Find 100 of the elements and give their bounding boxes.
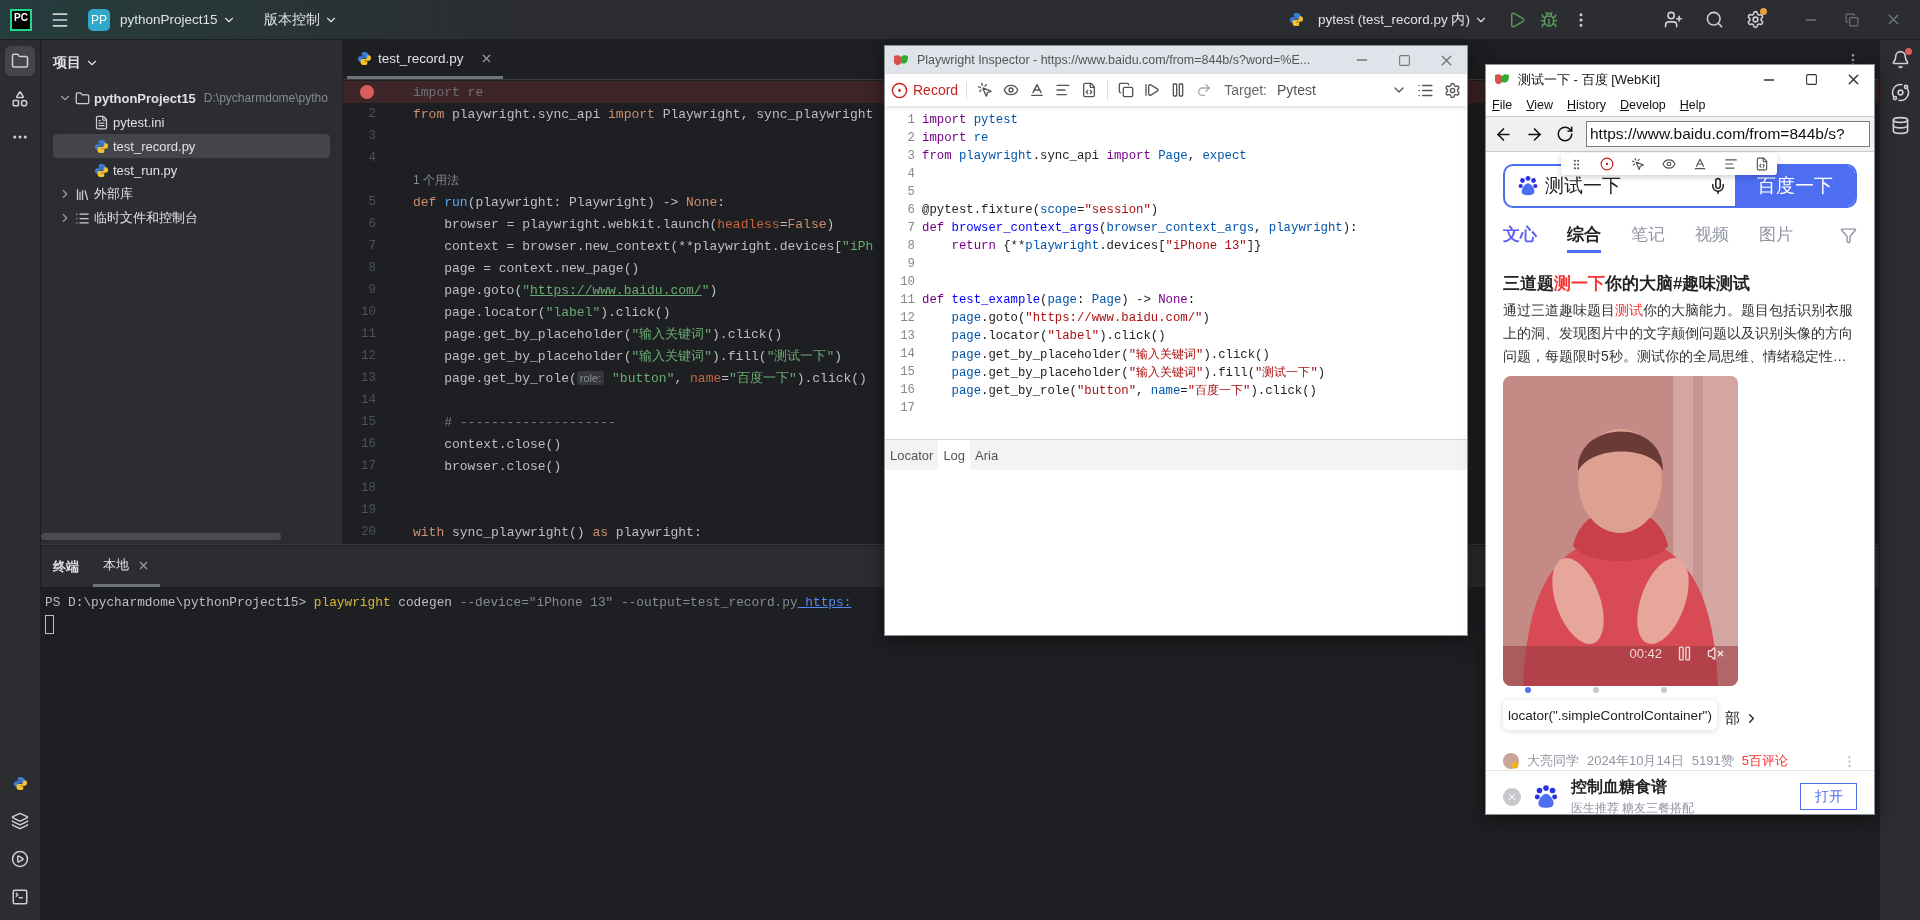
line-number: 13 — [899, 329, 915, 343]
tree-item[interactable]: pytest.ini — [53, 110, 330, 134]
line-number: 1 — [906, 113, 915, 127]
eye-icon[interactable] — [1661, 157, 1676, 171]
menu-item[interactable]: History — [1567, 98, 1606, 112]
database-icon[interactable] — [1890, 116, 1910, 135]
line-number: 17 — [899, 401, 915, 415]
line-number: 9 — [906, 257, 915, 271]
line-number: 16 — [899, 383, 915, 397]
tree-item[interactable]: 临时文件和控制台 — [53, 206, 330, 230]
tree-item[interactable]: 外部库 — [53, 182, 330, 206]
line-number: 8 — [906, 239, 915, 253]
carousel-dot[interactable] — [1661, 687, 1667, 693]
open-button[interactable]: 打开 — [1800, 783, 1857, 810]
code-line: import re — [413, 84, 484, 100]
spiral-icon[interactable] — [1890, 83, 1910, 102]
text-lines-icon[interactable] — [1723, 157, 1738, 171]
eye-icon[interactable] — [1003, 82, 1020, 98]
menu-item[interactable]: View — [1526, 98, 1554, 112]
code-line: page.get_by_placeholder("输入关键词").fill("测试一下") — [443, 348, 843, 365]
pick-locator-icon[interactable] — [1630, 157, 1645, 171]
search-tab[interactable]: 文心 — [1503, 223, 1537, 253]
code-file-icon[interactable] — [1754, 157, 1769, 171]
vcs-menu[interactable]: 版本控制 — [263, 10, 338, 29]
search-button[interactable]: 百度一下 — [1735, 166, 1855, 206]
mask-icon — [893, 53, 909, 67]
code-line: page.goto("https://www.baidu.com/") — [950, 311, 1210, 325]
python-file-icon — [94, 138, 109, 154]
run-icon[interactable] — [1508, 10, 1526, 29]
inspector-tab[interactable]: Locator — [885, 440, 939, 470]
usage-hint[interactable]: 1 个用法 — [413, 171, 459, 189]
comment-count[interactable]: 5百评论 — [1741, 752, 1788, 770]
avatar — [1503, 753, 1519, 769]
project-badge: PP — [88, 8, 110, 31]
structure-icon — [11, 90, 29, 108]
code-line: def browser_context_args(browser_context_args, playwright): — [922, 221, 1358, 235]
carousel-dot[interactable] — [1525, 687, 1531, 693]
more-link[interactable]: 部 — [1725, 708, 1740, 728]
tree-item[interactable]: pythonProject15 D:\pycharmdome\pytho — [53, 86, 330, 110]
python-console-icon — [12, 775, 28, 791]
mask-icon — [1494, 73, 1510, 86]
tree-item[interactable]: test_run.py — [53, 158, 330, 182]
project-button[interactable] — [5, 46, 35, 76]
locator-tooltip: locator(".simpleControlContainer") — [1503, 700, 1717, 730]
menu-item[interactable]: Help — [1679, 98, 1706, 112]
project-menu[interactable]: pythonProject15 — [120, 12, 236, 27]
restore-icon[interactable] — [1845, 12, 1859, 27]
maximize-icon[interactable] — [1804, 73, 1818, 86]
line-number: 12 — [899, 311, 915, 325]
menu-item[interactable]: File — [1492, 98, 1513, 112]
result-title[interactable]: 三道题测一下你的大脑#趣味测试 — [1503, 272, 1857, 295]
paw-logo — [1533, 783, 1559, 810]
search-tab[interactable]: 综合 — [1567, 223, 1601, 253]
pick-locator-icon[interactable] — [977, 82, 994, 98]
reload-icon[interactable] — [1556, 125, 1574, 143]
text-icon[interactable] — [1029, 82, 1046, 98]
search-icon[interactable] — [1705, 10, 1724, 29]
search-field[interactable]: 测试一下 — [1539, 175, 1709, 197]
microphone-icon[interactable] — [1709, 177, 1727, 195]
code-line: page.get_by_role( role: "button", name="百度一下").click() — [443, 370, 867, 387]
record-button[interactable]: Record — [891, 81, 968, 99]
user-add-icon[interactable] — [1664, 10, 1683, 29]
debug-icon[interactable] — [1540, 10, 1558, 29]
video-time: 00:42 — [1629, 646, 1662, 661]
inspector-tab[interactable]: Aria — [970, 440, 1004, 470]
resume-icon[interactable] — [1144, 82, 1161, 98]
tree-item[interactable]: test_record.py — [53, 134, 330, 158]
project-panel-title[interactable]: 项目 — [53, 54, 99, 72]
code-line: page = context.new_page() — [443, 260, 640, 276]
terminal-tab[interactable]: 本地 — [93, 546, 160, 587]
services-icon — [11, 812, 29, 830]
pause-icon[interactable] — [1676, 645, 1693, 662]
copy-icon[interactable] — [1118, 82, 1135, 98]
record-icon — [891, 81, 908, 99]
text-lines-icon[interactable] — [1055, 82, 1072, 98]
code-line: def run(playwright: Playwright) -> None: — [413, 194, 726, 210]
app-logo: PC — [10, 8, 32, 31]
run-icon — [11, 850, 29, 868]
code-line: page.get_by_role("button", name="百度一下").click() — [950, 382, 1317, 399]
line-number: 6 — [906, 203, 915, 217]
menu-item[interactable]: Develop — [1619, 98, 1666, 112]
carousel-dot[interactable] — [1593, 687, 1599, 693]
line-number: 7 — [906, 221, 915, 235]
code-line: return {**playwright.devices["iPhone 13"]} — [950, 239, 1262, 253]
notifications-icon[interactable] — [1890, 50, 1910, 69]
code-line: context = browser.new_context(**playwright.devices["iPh — [443, 238, 874, 254]
code-file-icon[interactable] — [1081, 82, 1098, 98]
code-line: from playwright.sync_api import Playwright, sync_playwright — [413, 106, 874, 122]
mute-icon[interactable] — [1707, 645, 1724, 662]
breakpoint-icon[interactable] — [360, 85, 374, 99]
filter-icon[interactable] — [1840, 226, 1857, 244]
file-icon — [94, 114, 109, 130]
url-field[interactable]: https://www.baidu.com/from=844b/s? — [1586, 121, 1870, 147]
target-select[interactable]: Pytest — [1277, 82, 1407, 98]
settings-icon[interactable] — [1444, 81, 1461, 99]
run-config-menu[interactable]: pytest (test_record.py 内) — [1317, 10, 1488, 29]
record-icon[interactable] — [1599, 157, 1614, 171]
inspector-tab[interactable]: Log — [938, 440, 971, 470]
text-icon[interactable] — [1692, 157, 1707, 171]
more-icon — [11, 135, 29, 139]
